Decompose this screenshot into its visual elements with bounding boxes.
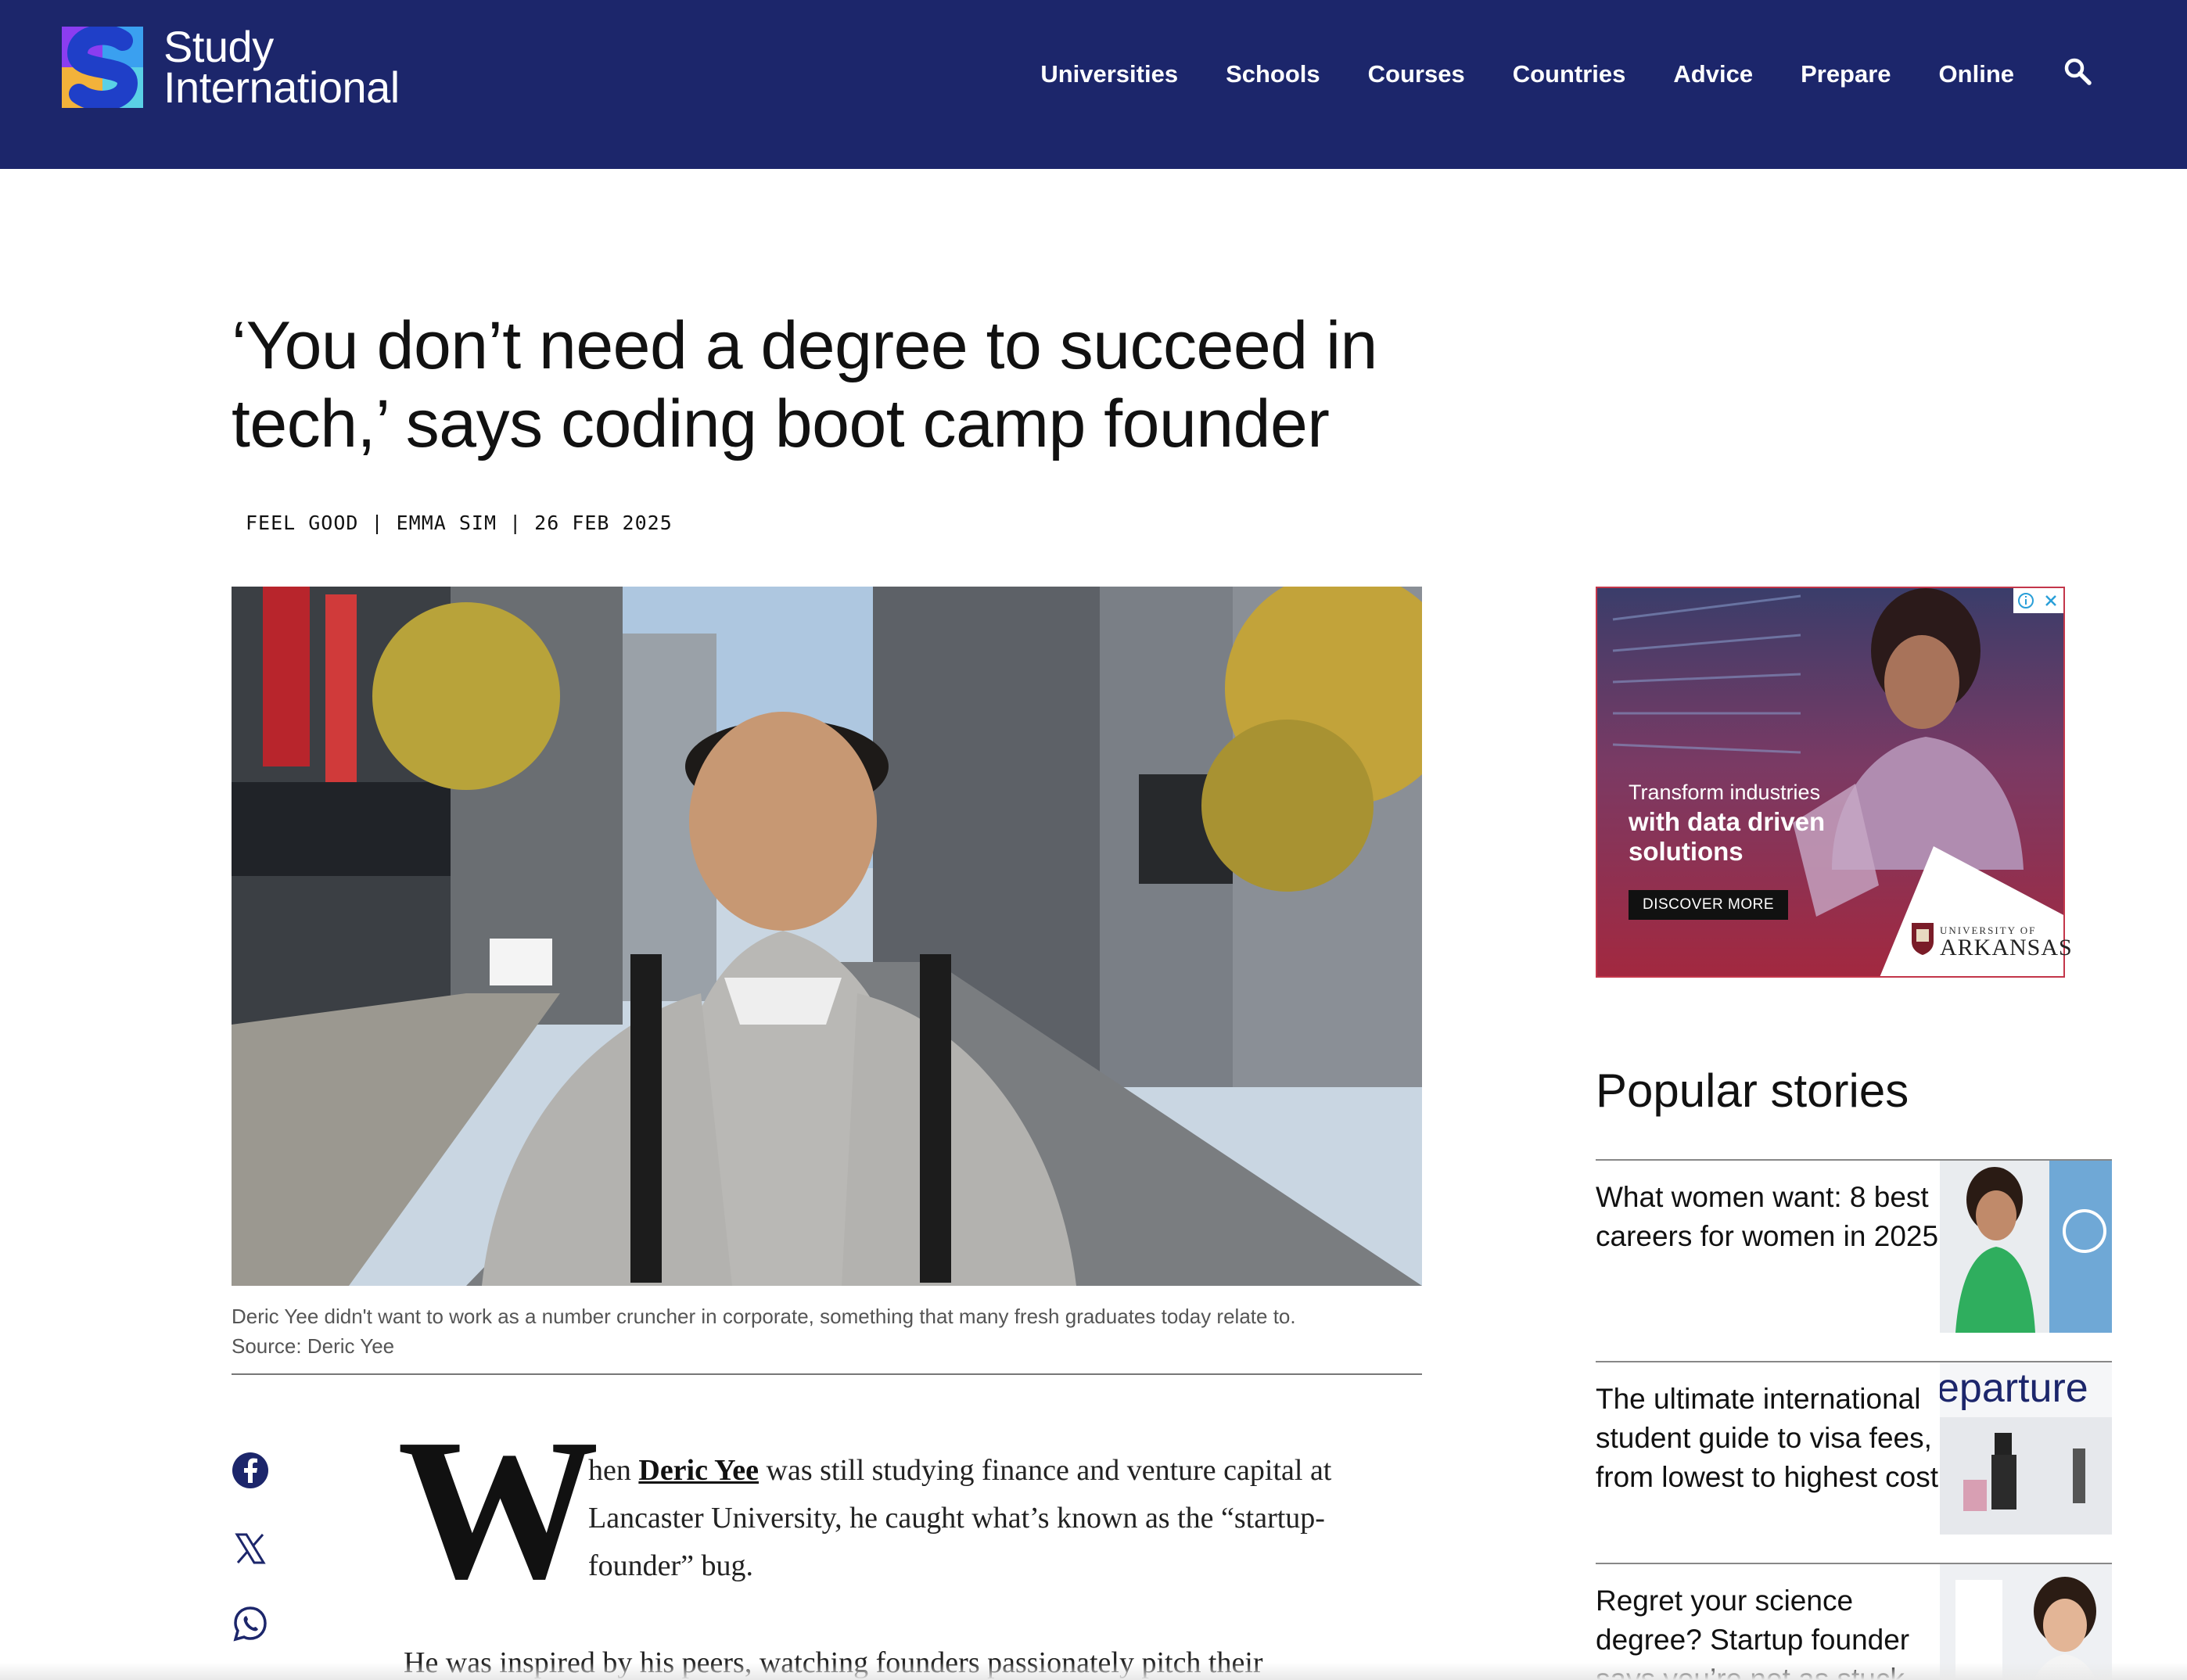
caption-divider [232,1373,1422,1375]
site-logo[interactable]: Study International [62,22,400,112]
ad-info-icon[interactable] [2017,592,2034,609]
hero-caption: Deric Yee didn't want to work as a numbe… [232,1301,1422,1361]
article-title: ‘You don’t need a degree to succeed in t… [232,308,1377,461]
ad-close-icon[interactable] [2042,592,2060,609]
whatsapp-icon[interactable] [232,1605,269,1642]
lead-paragraph: hen Deric Yee was still studying finance… [588,1447,1402,1590]
logo-text: Study International [163,22,400,112]
story-thumb-2-illustration: eparture [1940,1362,2112,1535]
ad-headline-bold: with data driven solutions [1629,807,1826,866]
ad-controls [2013,588,2063,613]
popular-stories-heading: Popular stories [1596,1064,1909,1117]
deric-yee-link[interactable]: Deric Yee [638,1454,759,1487]
nav-courses[interactable]: Courses [1368,60,1465,88]
ad-headline-light: Transform industries [1629,781,1821,804]
story-title-1[interactable]: What women want: 8 best careers for wome… [1596,1178,1940,1256]
hero-photo [232,587,1422,1286]
caption-text: Deric Yee didn't want to work as a numbe… [232,1305,1296,1328]
ad-discover-button[interactable]: DISCOVER MORE [1629,890,1789,920]
x-icon[interactable] [232,1530,269,1567]
nav-online[interactable]: Online [1939,60,2014,88]
search-icon[interactable] [2062,56,2093,87]
story-title-2[interactable]: The ultimate international student guide… [1596,1380,1940,1497]
nav-countries[interactable]: Countries [1513,60,1626,88]
hero-photo-illustration [232,587,1422,1286]
lead-text-start: hen [588,1454,639,1487]
logo-mark [62,27,143,108]
main-nav: Universities Schools Courses Countries A… [1040,0,2187,149]
logo-line-international: International [163,63,400,112]
site-header: Study International Universities Schools… [0,0,2187,169]
ad-sponsor-name: ARKANSAS [1940,935,2073,960]
bottom-fade [0,1663,2187,1680]
nav-advice[interactable]: Advice [1673,60,1753,88]
ad-banner[interactable]: Transform industries with data driven so… [1596,587,2065,978]
story-thumb-1-illustration [1940,1161,2112,1333]
dropcap-letter: W [397,1397,599,1621]
story-thumb-2[interactable]: eparture [1940,1362,2112,1535]
story-thumb-1[interactable] [1940,1161,2112,1333]
logo-line-study: Study [163,22,274,71]
nav-universities[interactable]: Universities [1040,60,1178,88]
arkansas-crest-icon [1912,923,1934,955]
caption-source: Source: Deric Yee [232,1334,395,1358]
article-meta: FEEL GOOD | EMMA SIM | 26 FEB 2025 [246,512,673,534]
nav-schools[interactable]: Schools [1226,60,1320,88]
nav-prepare[interactable]: Prepare [1801,60,1891,88]
thumb-departure-sign: eparture [1940,1366,2088,1411]
facebook-icon[interactable] [232,1452,269,1489]
